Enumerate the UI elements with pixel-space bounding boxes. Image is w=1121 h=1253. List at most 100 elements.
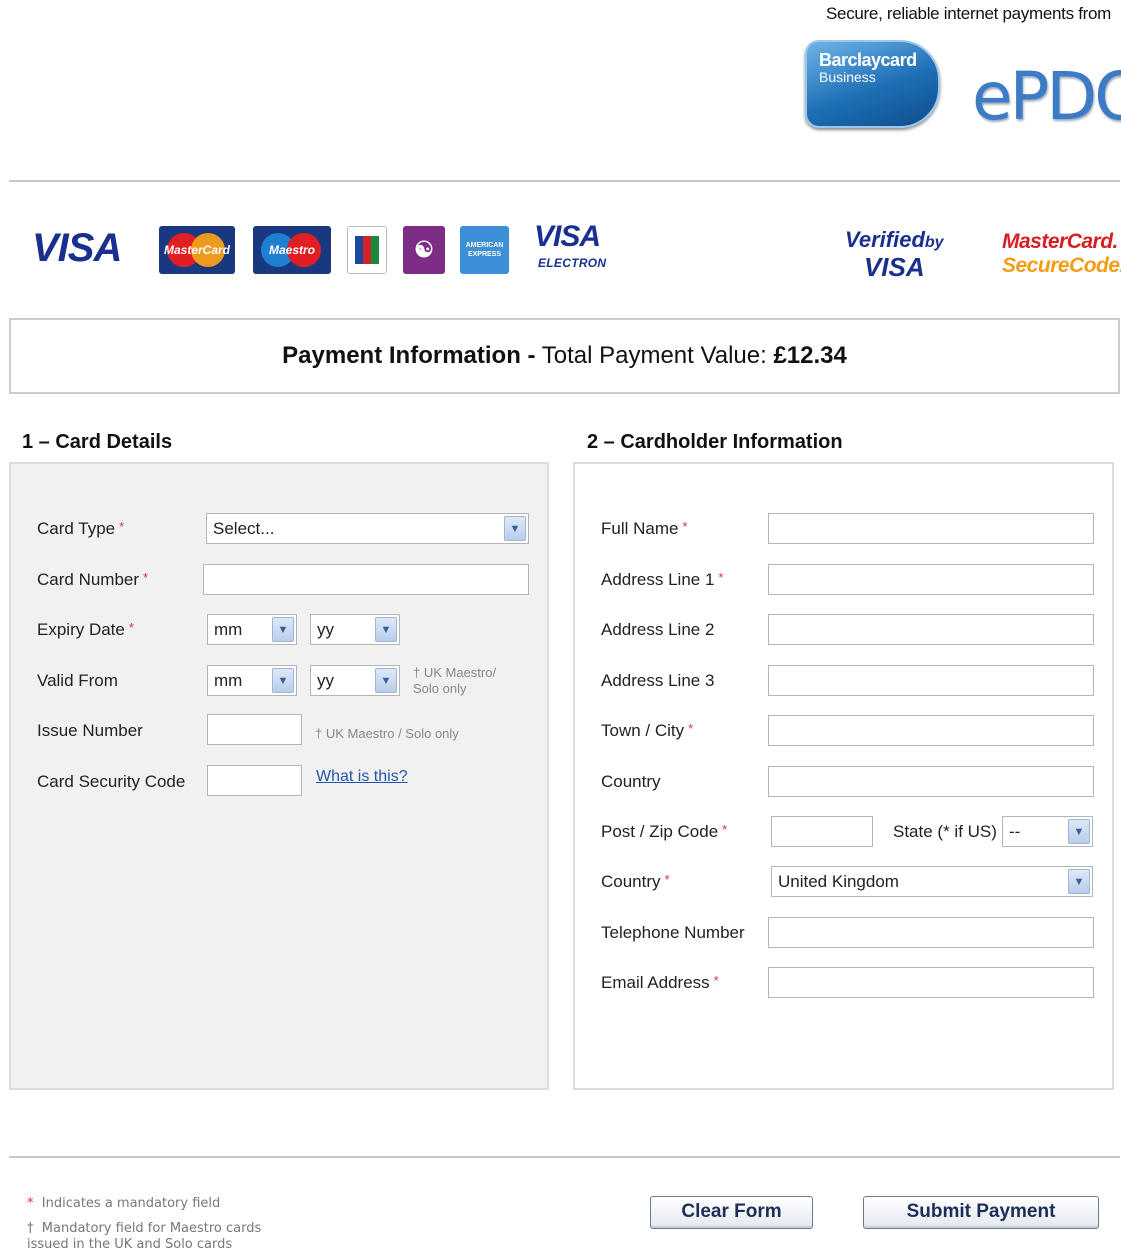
chevron-down-icon[interactable]: ▼ (375, 668, 397, 693)
electron-text: ELECTRON (538, 256, 607, 270)
verified-by-visa-logo: Verifiedby VISA (845, 227, 944, 281)
securecode-text: SecureCode. (1002, 254, 1121, 277)
expiry-year-select[interactable]: yy ▼ (310, 614, 400, 645)
chevron-down-icon[interactable]: ▼ (272, 617, 294, 642)
address-line-3-input[interactable] (768, 665, 1094, 696)
submit-payment-button[interactable]: Submit Payment (863, 1196, 1099, 1229)
required-marker: * (713, 973, 719, 988)
visa-logo-text: VISA (32, 226, 122, 270)
state-select[interactable]: -- ▼ (1002, 816, 1093, 847)
valid-from-month-value: mm (214, 671, 243, 690)
card-type-select[interactable]: Select... ▼ (206, 513, 529, 544)
tagline: Secure, reliable internet payments from (826, 4, 1111, 23)
required-marker: * (722, 822, 728, 837)
by-text: by (924, 234, 944, 251)
card-security-code-label: Card Security Code (37, 772, 186, 791)
valid-from-note: † UK Maestro/ Solo only (413, 665, 497, 696)
town-city-label: Town / City * (601, 721, 694, 740)
full-name-label: Full Name * (601, 519, 688, 538)
mastercard-logo-text: MasterCard (163, 243, 231, 257)
valid-from-label: Valid From (37, 671, 118, 690)
what-is-this-link[interactable]: What is this? (316, 768, 408, 786)
visa-electron-logo: VISA ELECTRON (534, 220, 606, 270)
mastercard-sc-text: MasterCard. (1002, 230, 1118, 253)
required-marker: * (128, 620, 134, 635)
amex-logo-text: AMERICAN EXPRESS (465, 242, 504, 258)
chevron-down-icon[interactable]: ▼ (1068, 869, 1090, 894)
telephone-number-input[interactable] (768, 917, 1094, 948)
required-marker: * (718, 570, 724, 585)
maestro-note-line1: Mandatory field for Maestro cards (41, 1221, 262, 1236)
business-logo-text: Business (819, 69, 876, 85)
county-input[interactable] (768, 766, 1094, 797)
post-zip-code-input[interactable] (771, 816, 873, 847)
epdq-logo: ePDQ (972, 58, 1121, 135)
payment-info-title: Payment Information - (282, 342, 536, 369)
required-marker: * (664, 872, 670, 887)
address-line-3-label: Address Line 3 (601, 671, 715, 690)
card-type-label: Card Type * (37, 519, 125, 538)
issue-number-label: Issue Number (37, 721, 143, 740)
telephone-number-label: Telephone Number (601, 923, 745, 942)
chevron-down-icon[interactable]: ▼ (1068, 819, 1090, 844)
full-name-input[interactable] (768, 513, 1094, 544)
required-marker: * (119, 519, 125, 534)
required-marker: * (143, 570, 149, 585)
amex-logo: AMERICAN EXPRESS (460, 226, 509, 274)
address-line-1-label: Address Line 1 * (601, 570, 724, 589)
visa-logo: VISA (32, 226, 122, 271)
dagger-marker: † (27, 1221, 34, 1236)
payment-information-box: Payment Information - Total Payment Valu… (9, 318, 1120, 394)
card-number-label: Card Number * (37, 570, 149, 589)
mandatory-note-text: Indicates a mandatory field (41, 1196, 221, 1211)
required-marker: * (27, 1196, 34, 1211)
country-select[interactable]: United Kingdom ▼ (771, 866, 1093, 897)
expiry-date-label: Expiry Date * (37, 620, 134, 639)
card-security-code-input[interactable] (207, 765, 302, 796)
valid-from-year-select[interactable]: yy ▼ (310, 665, 400, 696)
barclaycard-logo-text: Barclaycard (819, 50, 917, 70)
verified-text: Verified (845, 227, 925, 252)
card-number-input[interactable] (203, 564, 529, 595)
post-zip-code-label: Post / Zip Code * (601, 822, 728, 841)
mandatory-note: * Indicates a mandatory field (27, 1195, 220, 1212)
expiry-month-value: mm (214, 620, 243, 639)
mastercard-securecode-logo: MasterCard. SecureCode. (1002, 230, 1121, 278)
country-value: United Kingdom (778, 872, 899, 891)
required-marker: * (682, 519, 688, 534)
valid-from-month-select[interactable]: mm ▼ (207, 665, 297, 696)
maestro-note-line2: issued in the UK and Solo cards (27, 1237, 233, 1252)
cardholder-info-heading: 2 – Cardholder Information (587, 431, 843, 453)
address-line-1-input[interactable] (768, 564, 1094, 595)
header-divider (9, 180, 1120, 182)
solo-logo: ☯ (403, 226, 445, 274)
barclaycard-business-logo: Barclaycard Business (805, 40, 940, 128)
address-line-2-input[interactable] (768, 614, 1094, 645)
required-marker: * (688, 721, 694, 736)
visa-electron-text: VISA (534, 220, 601, 253)
total-value: £12.34 (773, 342, 847, 369)
total-value-label: Total Payment Value: (541, 342, 767, 369)
state-label: State (* if US) (893, 822, 997, 841)
email-address-input[interactable] (768, 967, 1094, 998)
maestro-logo: Maestro (253, 226, 331, 274)
issue-number-input[interactable] (207, 714, 302, 745)
county-label: Country (601, 772, 661, 791)
clear-form-button[interactable]: Clear Form (650, 1196, 813, 1229)
state-value: -- (1009, 822, 1021, 841)
card-details-heading: 1 – Card Details (22, 431, 173, 453)
town-city-input[interactable] (768, 715, 1094, 746)
footer-divider (9, 1156, 1120, 1158)
chevron-down-icon[interactable]: ▼ (272, 668, 294, 693)
expiry-month-select[interactable]: mm ▼ (207, 614, 297, 645)
card-type-value: Select... (213, 519, 275, 538)
country-label: Country * (601, 872, 670, 891)
mastercard-logo: MasterCard (159, 226, 235, 274)
email-address-label: Email Address * (601, 973, 719, 992)
address-line-2-label: Address Line 2 (601, 620, 715, 639)
chevron-down-icon[interactable]: ▼ (504, 516, 526, 541)
jcb-logo (347, 226, 387, 274)
valid-from-year-value: yy (317, 671, 334, 690)
issue-number-note: † UK Maestro / Solo only (315, 726, 459, 741)
chevron-down-icon[interactable]: ▼ (375, 617, 397, 642)
